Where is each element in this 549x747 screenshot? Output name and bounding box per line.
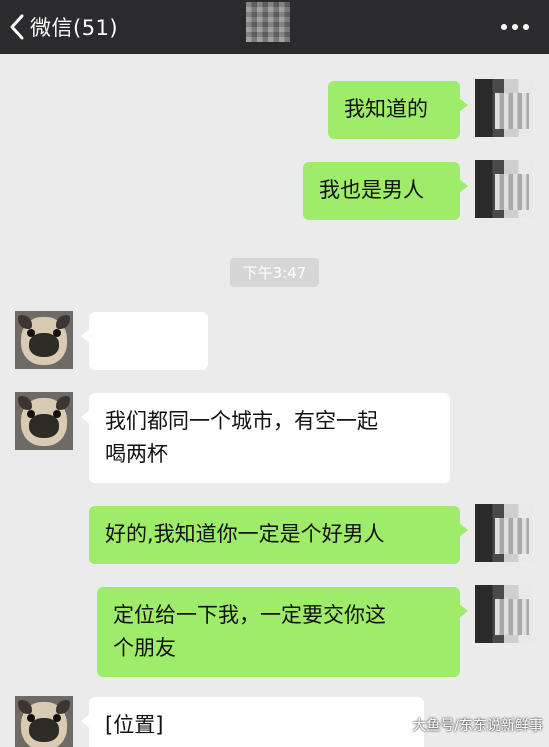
timestamp: 下午3:47 [230, 258, 319, 287]
message-bubble-incoming[interactable]: [位置] [81, 697, 424, 747]
back-label: 微信(51) [30, 16, 119, 40]
avatar-self[interactable] [475, 79, 533, 137]
avatar-contact[interactable] [15, 696, 73, 747]
more-dots-icon [501, 24, 507, 30]
avatar-self[interactable] [475, 585, 533, 643]
contact-name-mosaic [246, 2, 290, 42]
gift-sticker-icon [103, 329, 128, 417]
avatar-self[interactable] [475, 504, 533, 562]
message-bubble-outgoing[interactable]: 我知道的 [328, 81, 468, 139]
avatar-contact[interactable] [15, 392, 73, 450]
back-button[interactable]: 微信(51) [8, 0, 118, 54]
message-bubble-outgoing[interactable]: 我也是男人 [303, 162, 468, 220]
message-bubble-outgoing[interactable]: 定位给一下我，一定要交你这 个朋友 [97, 587, 468, 677]
message-text: 我也是男人 [319, 178, 424, 202]
emoji-group [103, 312, 194, 417]
message-bubble-incoming[interactable]: 我们都同一个城市，有空一起 喝两杯 [81, 393, 450, 483]
message-bubble-incoming[interactable] [81, 312, 208, 417]
message-text: 好的,我知道你一定是个好男人 [105, 522, 385, 546]
avatar-self[interactable] [475, 160, 533, 218]
watermark: 大鱼号/东东说新鲜事 [412, 718, 543, 734]
message-bubble-outgoing[interactable]: 好的,我知道你一定是个好男人 [89, 506, 468, 564]
message-text: 我们都同一个城市，有空一起 喝两杯 [105, 409, 378, 466]
chevron-left-icon [10, 14, 24, 40]
message-text: 定位给一下我，一定要交你这 个朋友 [113, 603, 386, 660]
message-text: [位置] [105, 713, 164, 737]
message-text: 我知道的 [344, 97, 428, 121]
gift-sticker-icon [134, 329, 159, 417]
avatar-contact[interactable] [15, 311, 73, 369]
gift-sticker-icon [165, 329, 190, 417]
top-bar: 微信(51) [0, 0, 549, 54]
more-button[interactable] [499, 16, 531, 38]
